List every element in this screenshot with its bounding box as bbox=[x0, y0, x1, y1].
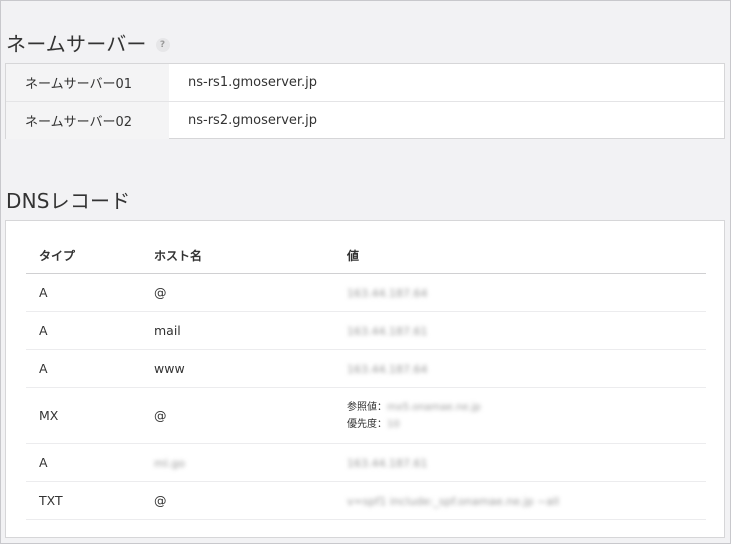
dns-title-text: DNSレコード bbox=[6, 189, 131, 213]
help-icon[interactable]: ? bbox=[155, 37, 170, 52]
record-value-text: 163.44.187.61 bbox=[347, 457, 428, 470]
mx-priority-value: 10 bbox=[387, 418, 400, 430]
record-type: TXT bbox=[26, 481, 141, 520]
record-type: A bbox=[26, 311, 141, 350]
dns-record-table: タイプ ホスト名 値 A @ 163.44.187.64 A mail 163.… bbox=[26, 238, 706, 520]
nameserver-label-02: ネームサーバー02 bbox=[6, 102, 169, 139]
record-value: v=spf1 include:_spf.onamae.ne.jp ~all bbox=[334, 481, 706, 520]
record-host: ml.go bbox=[141, 443, 334, 482]
record-value-text: v=spf1 include:_spf.onamae.ne.jp ~all bbox=[347, 495, 560, 508]
nameserver-table: ネームサーバー01 ns-rs1.gmoserver.jp ネームサーバー02 … bbox=[5, 63, 725, 139]
record-host: @ bbox=[141, 481, 334, 520]
record-value: 163.44.187.64 bbox=[334, 349, 706, 388]
dns-section-title: DNSレコード bbox=[6, 185, 130, 214]
dns-record-panel: タイプ ホスト名 値 A @ 163.44.187.64 A mail 163.… bbox=[5, 220, 725, 538]
record-type: A bbox=[26, 349, 141, 388]
record-value: 163.44.187.64 bbox=[334, 273, 706, 312]
mx-reference-value: mx5.onamae.ne.jp bbox=[387, 401, 481, 413]
mx-priority-line: 優先度：10 bbox=[347, 416, 706, 433]
record-value-text: 163.44.187.61 bbox=[347, 325, 428, 338]
table-row: A www 163.44.187.64 bbox=[26, 349, 706, 388]
nameserver-title-text: ネームサーバー bbox=[6, 32, 147, 56]
record-host: @ bbox=[141, 387, 334, 444]
record-host: mail bbox=[141, 311, 334, 350]
nameserver-section-title: ネームサーバー ? bbox=[6, 28, 170, 57]
table-row: TXT @ v=spf1 include:_spf.onamae.ne.jp ~… bbox=[26, 481, 706, 520]
mx-reference-label: 参照値： bbox=[347, 401, 387, 413]
record-host: www bbox=[141, 349, 334, 388]
record-host: @ bbox=[141, 273, 334, 312]
record-value-text: 163.44.187.64 bbox=[347, 363, 428, 376]
table-header-row: タイプ ホスト名 値 bbox=[26, 238, 706, 274]
mx-priority-label: 優先度： bbox=[347, 418, 387, 430]
record-type: A bbox=[26, 443, 141, 482]
record-type: MX bbox=[26, 387, 141, 444]
nameserver-value-01: ns-rs1.gmoserver.jp bbox=[188, 75, 318, 90]
table-row: A mail 163.44.187.61 bbox=[26, 311, 706, 350]
record-value: 163.44.187.61 bbox=[334, 443, 706, 482]
header-type: タイプ bbox=[26, 238, 141, 274]
record-value-text: 163.44.187.64 bbox=[347, 287, 428, 300]
table-row: A @ 163.44.187.64 bbox=[26, 273, 706, 312]
nameserver-label-01: ネームサーバー01 bbox=[6, 64, 169, 101]
table-row: MX @ 参照値：mx5.onamae.ne.jp 優先度：10 bbox=[26, 387, 706, 444]
record-value: 163.44.187.61 bbox=[334, 311, 706, 350]
nameserver-row-01: ネームサーバー01 ns-rs1.gmoserver.jp bbox=[6, 64, 724, 101]
nameserver-row-02: ネームサーバー02 ns-rs2.gmoserver.jp bbox=[6, 101, 724, 139]
header-host: ホスト名 bbox=[141, 238, 334, 274]
record-type: A bbox=[26, 273, 141, 312]
mx-reference-line: 参照値：mx5.onamae.ne.jp bbox=[347, 399, 706, 416]
nameserver-value-02: ns-rs2.gmoserver.jp bbox=[188, 113, 318, 128]
record-host-text: ml.go bbox=[154, 457, 185, 470]
table-row: A ml.go 163.44.187.61 bbox=[26, 443, 706, 482]
header-value: 値 bbox=[334, 238, 706, 274]
record-value: 参照値：mx5.onamae.ne.jp 優先度：10 bbox=[334, 387, 706, 444]
